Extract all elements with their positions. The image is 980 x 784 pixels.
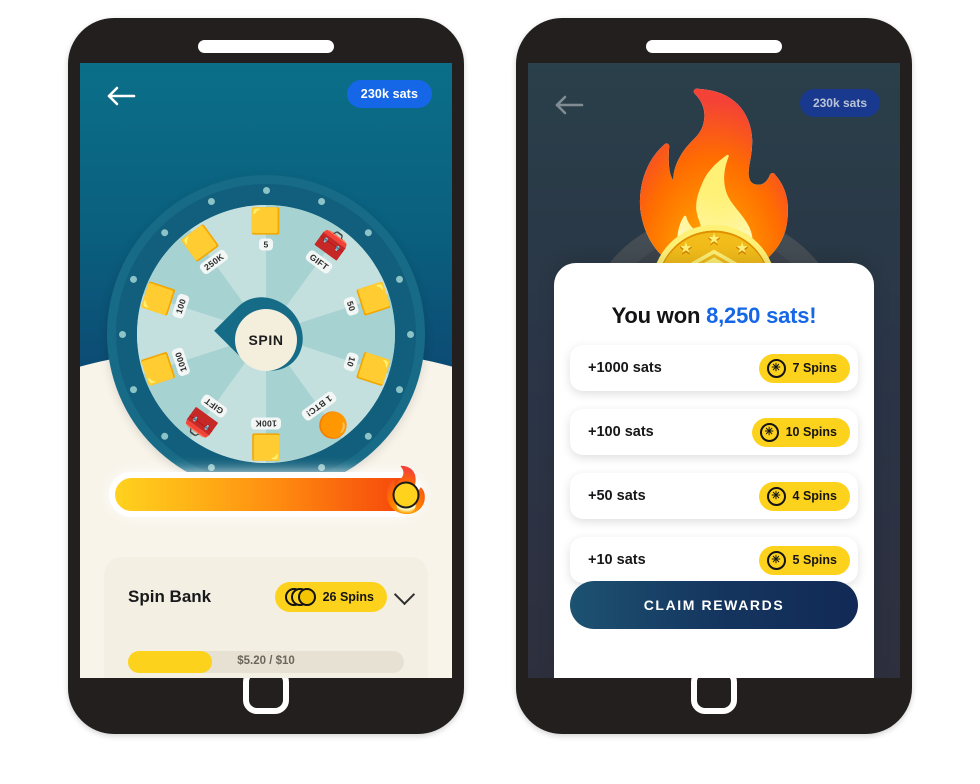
reward-spins-badge: ✳ 5 Spins bbox=[758, 545, 850, 575]
spins-count-badge[interactable]: 26 Spins bbox=[274, 582, 387, 612]
reward-spins-badge: ✳ 10 Spins bbox=[751, 417, 850, 447]
wheel-stud bbox=[317, 197, 325, 205]
coin-icon: ✳ bbox=[759, 422, 779, 442]
coin-icon: ✳ bbox=[766, 486, 786, 506]
spin-bank-header: Spin Bank 26 Spins bbox=[128, 582, 416, 612]
spin-wheel-screen: 230k sats 🟨 5 🧰 GIFT 🟨 50 🟨 10 🟠 1 BTC! 🟨 100K 🧰 GIFT… bbox=[80, 63, 452, 678]
wheel-prize-label: 100K bbox=[251, 417, 281, 430]
reward-spins-label: 5 Spins bbox=[792, 553, 837, 567]
reward-spins-badge: ✳ 7 Spins bbox=[758, 353, 850, 383]
wheel-stud bbox=[129, 385, 137, 393]
phone-mockup-left: 230k sats 🟨 5 🧰 GIFT 🟨 50 🟨 10 🟠 1 BTC! 🟨 100K 🧰 GIFT… bbox=[68, 18, 464, 734]
wheel-stud bbox=[118, 330, 126, 338]
flame-progress-fill bbox=[115, 478, 417, 511]
phone-speaker-notch bbox=[198, 40, 334, 53]
reward-spins-badge: ✳ 4 Spins bbox=[758, 481, 850, 511]
spin-button-label: SPIN bbox=[248, 332, 284, 348]
reward-row-label: +1000 sats bbox=[588, 360, 662, 376]
coin-inner-glyph: ✳ bbox=[764, 425, 774, 438]
reward-amount: 8,250 sats! bbox=[706, 303, 817, 328]
coin-inner-glyph: ✳ bbox=[771, 553, 781, 566]
back-arrow-icon[interactable] bbox=[107, 85, 137, 107]
wheel-stud bbox=[129, 275, 137, 283]
wheel-stud bbox=[406, 330, 414, 338]
coins-stack-icon bbox=[284, 588, 317, 606]
wheel-prize-label: 5 bbox=[259, 238, 273, 251]
coin-single-icon: 🟨 bbox=[250, 207, 282, 236]
spin-button-face: SPIN bbox=[235, 309, 297, 371]
reward-spins-label: 7 Spins bbox=[792, 361, 837, 375]
spin-bank-progress-track: $5.20 / $10 bbox=[128, 651, 404, 673]
reward-row-label: +10 sats bbox=[588, 552, 646, 568]
reward-list: +1000 sats ✳ 7 Spins +100 sats ✳ 10 Spins +50 … bbox=[570, 345, 858, 601]
phone-mockup-right: 230k sats 🔥 🪙 You won 8,250 sats! +1000 … bbox=[516, 18, 912, 734]
reward-claim-screen: 230k sats 🔥 🪙 You won 8,250 sats! +1000 … bbox=[528, 63, 900, 678]
wheel-prize-label: 10 bbox=[342, 351, 360, 373]
top-bar: 230k sats bbox=[80, 63, 452, 129]
phone-speaker-notch bbox=[646, 40, 782, 53]
reward-bottom-sheet: You won 8,250 sats! +1000 sats ✳ 7 Spins +1… bbox=[554, 263, 874, 678]
spins-count-label: 26 Spins bbox=[322, 590, 374, 604]
reward-spins-label: 4 Spins bbox=[792, 489, 837, 503]
reward-row-label: +100 sats bbox=[588, 424, 654, 440]
balance-badge[interactable]: 230k sats bbox=[346, 80, 432, 108]
wheel-prize-label: 50 bbox=[342, 295, 360, 317]
spin-bank-title: Spin Bank bbox=[128, 587, 212, 606]
spin-bank-actions: 26 Spins bbox=[274, 582, 416, 612]
flame-coin-icon bbox=[392, 481, 420, 509]
chevron-down-icon[interactable] bbox=[393, 583, 416, 606]
wheel-stud bbox=[395, 385, 403, 393]
coin-icon: ✳ bbox=[766, 358, 786, 378]
reward-row-label: +50 sats bbox=[588, 488, 646, 504]
coin-inner-glyph: ✳ bbox=[771, 361, 781, 374]
spin-bank-progress-label: $5.20 / $10 bbox=[237, 655, 295, 667]
reward-row[interactable]: +10 sats ✳ 5 Spins bbox=[570, 537, 858, 583]
reward-title-prefix: You won bbox=[611, 303, 707, 328]
reward-title: You won 8,250 sats! bbox=[554, 303, 874, 329]
coin-icon: ✳ bbox=[766, 550, 786, 570]
spin-wheel[interactable]: 🟨 5 🧰 GIFT 🟨 50 🟨 10 🟠 1 BTC! 🟨 100K 🧰 GIFT 🟨 1000 🟨 100 🟨… bbox=[107, 175, 425, 493]
spin-button[interactable]: SPIN bbox=[214, 282, 318, 386]
wheel-stud bbox=[207, 197, 215, 205]
flame-progress-bar[interactable]: 🔥 bbox=[109, 469, 433, 517]
reward-row[interactable]: +1000 sats ✳ 7 Spins bbox=[570, 345, 858, 391]
coin-inner-glyph: ✳ bbox=[771, 489, 781, 502]
claim-rewards-button[interactable]: CLAIM REWARDS bbox=[570, 581, 858, 629]
back-arrow-icon[interactable] bbox=[555, 94, 585, 116]
spin-bank-card[interactable]: Spin Bank 26 Spins $5.20 / $10 bbox=[104, 557, 428, 678]
reward-row[interactable]: +50 sats ✳ 4 Spins bbox=[570, 473, 858, 519]
reward-spins-label: 10 Spins bbox=[785, 425, 837, 439]
canvas: 230k sats 🟨 5 🧰 GIFT 🟨 50 🟨 10 🟠 1 BTC! 🟨 100K 🧰 GIFT… bbox=[0, 0, 980, 784]
wheel-stud bbox=[207, 463, 215, 471]
wheel-stud bbox=[317, 463, 325, 471]
wheel-stud bbox=[262, 186, 270, 194]
coin-stack-icon: 🟨 bbox=[250, 432, 282, 461]
flame-icon: 🔥 bbox=[376, 460, 436, 522]
reward-row[interactable]: +100 sats ✳ 10 Spins bbox=[570, 409, 858, 455]
wheel-stud bbox=[395, 275, 403, 283]
